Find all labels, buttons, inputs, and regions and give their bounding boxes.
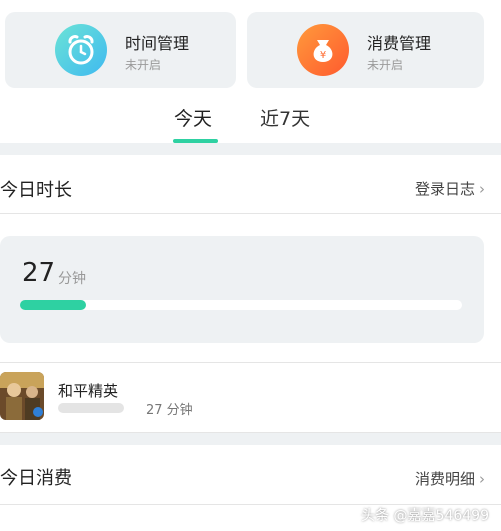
time-management-card[interactable]: 时间管理 未开启: [5, 12, 236, 88]
game-thumbnail[interactable]: [0, 372, 44, 420]
today-duration-title: 今日时长: [0, 180, 72, 201]
divider: [0, 213, 501, 214]
game-play-time: 27 分钟: [146, 403, 193, 418]
section-separator: [0, 433, 501, 445]
spending-management-status: 未开启: [367, 58, 404, 72]
login-log-link[interactable]: 登录日志 ›: [415, 178, 485, 199]
today-spending-title: 今日消费: [0, 468, 72, 489]
time-management-title: 时间管理: [125, 34, 190, 53]
login-log-label: 登录日志: [414, 180, 475, 198]
spending-management-card[interactable]: ¥ 消费管理 未开启: [247, 12, 484, 88]
divider: [0, 362, 501, 363]
spending-details-label: 消费明细: [414, 470, 475, 488]
duration-value: 27: [22, 258, 56, 288]
alarm-clock-icon: [55, 24, 107, 76]
watermark: 头条 @嘉嘉546499: [361, 508, 489, 524]
duration-unit: 分钟: [58, 271, 86, 287]
svg-text:¥: ¥: [320, 50, 326, 61]
duration-summary-card: [0, 236, 484, 343]
section-separator: [0, 143, 501, 155]
game-name: 和平精英: [58, 382, 119, 400]
tab-last-7-days[interactable]: 近7天: [260, 104, 310, 131]
time-management-status: 未开启: [125, 58, 162, 72]
spending-management-title: 消费管理: [367, 34, 432, 53]
duration-progress-track: [20, 300, 462, 310]
tab-today[interactable]: 今天: [174, 104, 212, 131]
chevron-right-icon: ›: [479, 470, 485, 488]
money-bag-icon: ¥: [297, 24, 349, 76]
game-info-placeholder: [58, 403, 124, 413]
spending-details-link[interactable]: 消费明细 ›: [415, 468, 485, 489]
chevron-right-icon: ›: [479, 180, 485, 198]
duration-progress-fill: [20, 300, 86, 310]
